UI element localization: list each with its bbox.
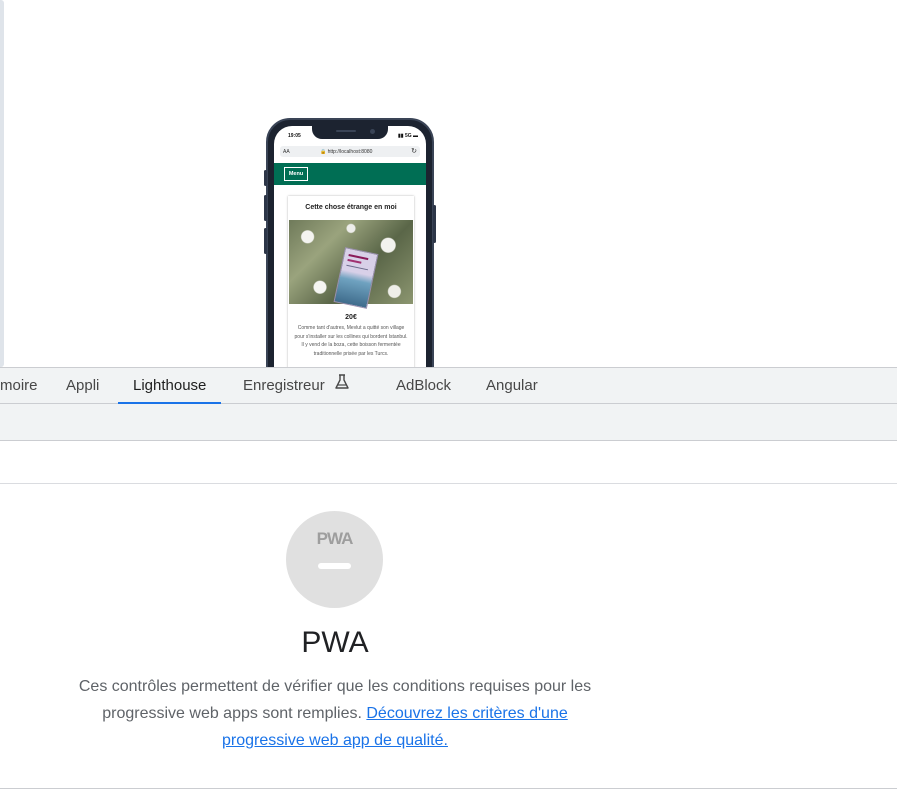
tab-adblock[interactable]: AdBlock: [381, 368, 466, 404]
status-icons: ▮▮ 5G ▬: [398, 133, 418, 139]
network-label: 5G: [404, 133, 412, 139]
tab-lighthouse[interactable]: Lighthouse: [118, 368, 222, 404]
book-title-line: [347, 258, 362, 264]
book-cover-image: [289, 220, 413, 309]
report-divider: [0, 483, 897, 484]
signal-icon: ▮▮: [398, 133, 405, 139]
lock-icon: 🔒: [320, 149, 327, 155]
speaker-icon: [336, 130, 356, 132]
phone-side-button: [264, 170, 267, 186]
tab-appli[interactable]: Appli: [51, 368, 114, 404]
product-card[interactable]: Cette chose étrange en moi 20€ Comme tan…: [288, 196, 414, 367]
card-title: Cette chose étrange en moi: [305, 204, 397, 211]
phone-notch: [312, 126, 388, 139]
menu-button[interactable]: Menu: [284, 167, 308, 181]
tab-enregistreur[interactable]: Enregistreur: [228, 368, 364, 404]
tab-memoire[interactable]: moire: [0, 368, 53, 404]
phone-side-button: [264, 228, 267, 254]
phone-frame: 19:05 ▮▮ 5G ▬ AA 🔒 http://localhost:8080…: [264, 118, 436, 367]
battery-icon: ▬: [413, 133, 418, 139]
flask-icon: [335, 368, 349, 404]
pwa-title: PWA: [301, 626, 369, 659]
card-price: 20€: [345, 314, 357, 321]
lighthouse-toolbar: [0, 404, 897, 441]
pwa-logo-icon: PWA: [316, 529, 354, 548]
scroll-edge: [0, 0, 4, 367]
book-subtitle-line: [346, 264, 369, 271]
card-description: Comme tant d'autres, Mevlut a quitté son…: [294, 325, 408, 357]
device-preview: 19:05 ▮▮ 5G ▬ AA 🔒 http://localhost:8080…: [0, 0, 897, 367]
app-header: Menu: [274, 163, 426, 185]
pwa-score-dash: [318, 563, 351, 569]
status-time: 19:05: [288, 133, 301, 139]
devtools-tab-bar: moire Appli Lighthouse Enregistreur AdBl…: [0, 367, 897, 404]
phone-side-button: [264, 195, 267, 221]
phone-screen: 19:05 ▮▮ 5G ▬ AA 🔒 http://localhost:8080…: [274, 126, 426, 367]
text-size-button[interactable]: AA: [283, 149, 290, 155]
pwa-description: Ces contrôles permettent de vérifier que…: [60, 673, 610, 754]
browser-url-bar[interactable]: AA 🔒 http://localhost:8080 ↻: [280, 146, 420, 157]
bottom-divider: [0, 788, 897, 789]
reload-icon[interactable]: ↻: [411, 147, 417, 155]
phone-power-button: [433, 205, 436, 243]
book-image: [333, 247, 379, 309]
camera-icon: [370, 129, 375, 134]
url-value: http://localhost:8080: [327, 149, 373, 155]
tab-angular[interactable]: Angular: [471, 368, 553, 404]
pwa-gauge: PWA: [286, 511, 383, 608]
tab-enregistreur-label: Enregistreur: [243, 377, 325, 394]
url-text: 🔒 http://localhost:8080: [320, 149, 372, 155]
